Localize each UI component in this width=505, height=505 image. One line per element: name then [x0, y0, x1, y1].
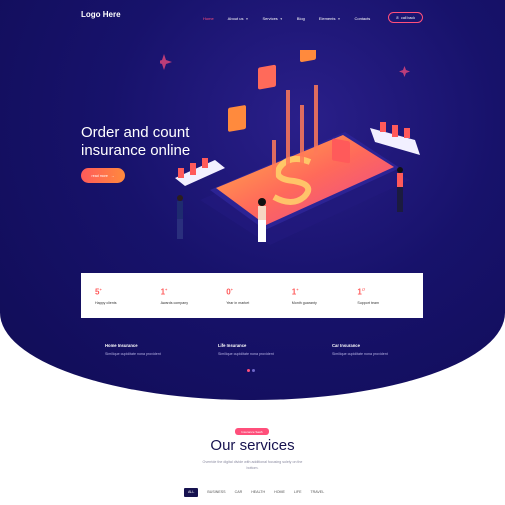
filter-tab-business[interactable]: BUSINESS: [207, 488, 225, 497]
sparkle-icon: [160, 54, 410, 77]
stat-number: 1+: [291, 287, 299, 297]
logo[interactable]: Logo Here: [81, 10, 121, 19]
nav-label: Contacts: [354, 16, 371, 21]
nav-item-home[interactable]: Home: [203, 16, 214, 21]
nav-item-elements[interactable]: Elements ▼: [319, 16, 341, 21]
chevron-down-icon: ▼: [245, 16, 249, 21]
nav-label: Services: [262, 16, 278, 21]
feature-text: Similique cupiditate nona provident: [332, 352, 388, 356]
nav-item-services[interactable]: Services ▼: [262, 16, 282, 21]
arrow-right-icon: →: [110, 173, 115, 178]
feature-title: Life Insurance: [218, 343, 247, 348]
stat-number: 0+: [226, 287, 233, 297]
nav-label: Elements: [318, 16, 336, 21]
services-description: Override the digital divide with additio…: [202, 460, 303, 470]
services-filter-tabs: ALL BUSINESS CAR HEALTH HOME LIFE TRAVEL: [184, 488, 333, 497]
read-more-button[interactable]: read more →: [81, 168, 125, 183]
nav-item-contacts[interactable]: Contacts: [354, 16, 370, 21]
stat-label: Month guaranty: [291, 300, 317, 305]
feature-text: Similique cupiditate nona provident: [105, 352, 161, 356]
filter-tab-all[interactable]: ALL: [184, 488, 199, 497]
main-nav: Home About us ▼ Services ▼ Blog Elements ▼ …: [203, 16, 384, 21]
call-back-button[interactable]: ✆ call back: [388, 12, 423, 23]
chevron-down-icon: ▼: [279, 16, 283, 21]
stat-item: 5+ Happy clients: [95, 287, 161, 318]
stat-item: 0+ Year in market: [226, 287, 292, 318]
stat-number: 1/7: [357, 287, 366, 297]
carousel-dots: [247, 369, 255, 372]
nav-item-about[interactable]: About us ▼: [228, 16, 249, 21]
stat-item: 1+ Month guaranty: [292, 287, 358, 318]
nav-label: Blog: [296, 16, 305, 21]
stats-card: 5+ Happy clients 1+ Awards company 0+ Ye…: [81, 273, 423, 318]
services-badge: Insurance SaaS: [235, 428, 269, 435]
call-back-label: call back: [401, 15, 415, 20]
services-title: Our services: [210, 437, 295, 454]
feature-car: Car Insurance Similique cupiditate nona …: [332, 343, 432, 356]
feature-text: Similique cupiditate nona provident: [218, 352, 274, 356]
filter-tab-car[interactable]: CAR: [235, 488, 243, 497]
nav-item-blog[interactable]: Blog: [297, 16, 305, 21]
stat-label: Year in market: [226, 300, 250, 305]
feature-life: Life Insurance Similique cupiditate nona…: [218, 343, 318, 356]
filter-tab-health[interactable]: HEALTH: [251, 488, 265, 497]
stat-label: Support team: [357, 300, 379, 305]
feature-title: Home Insurance: [105, 343, 138, 348]
stat-item: 1/7 Support team: [357, 287, 423, 318]
insurance-illustration: [160, 50, 420, 245]
stat-number: 5+: [95, 287, 102, 297]
read-more-label: read more: [91, 173, 108, 178]
stat-label: Happy clients: [95, 300, 117, 305]
hero-background: Logo Here Home About us ▼ Services ▼ Blog …: [0, 0, 505, 400]
stat-item: 1+ Awards company: [161, 287, 227, 318]
carousel-dot[interactable]: [247, 369, 250, 372]
filter-tab-home[interactable]: HOME: [274, 488, 285, 497]
stat-label: Awards company: [160, 300, 189, 305]
filter-tab-life[interactable]: LIFE: [294, 488, 302, 497]
feature-title: Car Insurance: [332, 343, 360, 348]
nav-label: About us: [227, 16, 244, 21]
feature-home: Home Insurance Similique cupiditate nona…: [105, 343, 205, 356]
phone-icon: ✆: [396, 15, 400, 20]
carousel-dot[interactable]: [252, 369, 255, 372]
chevron-down-icon: ▼: [337, 16, 341, 21]
filter-tab-travel[interactable]: TRAVEL: [310, 488, 324, 497]
nav-label: Home: [203, 16, 214, 21]
stat-number: 1+: [160, 287, 168, 297]
